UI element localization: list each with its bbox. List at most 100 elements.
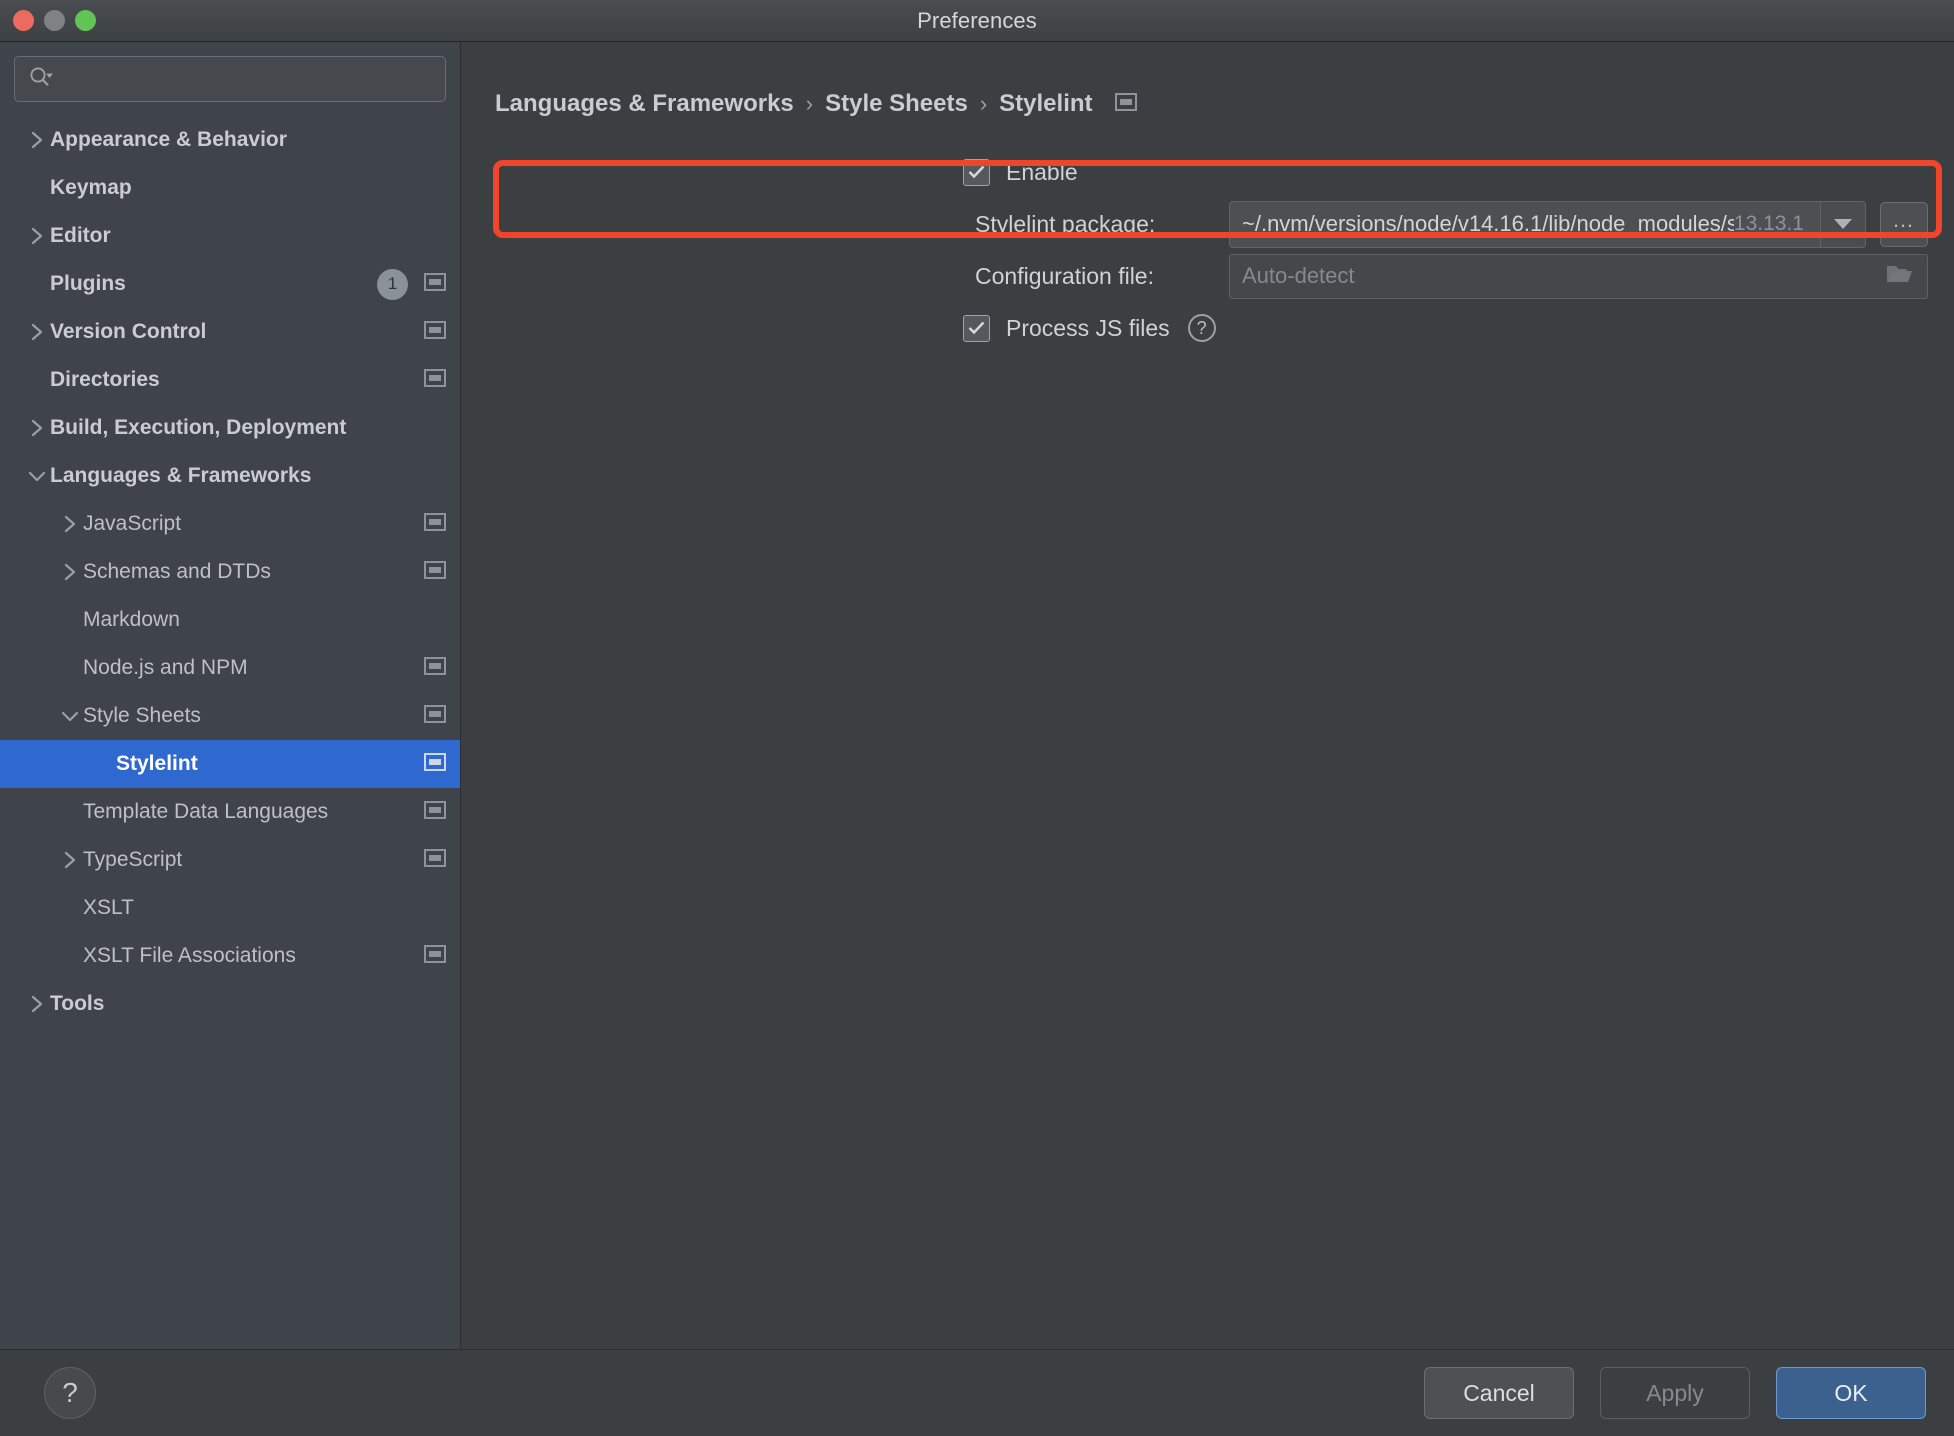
breadcrumb-item-2: Stylelint: [999, 90, 1092, 118]
sidebar-item-directories[interactable]: Directories: [0, 356, 460, 404]
sidebar-item-label: TypeScript: [83, 848, 418, 872]
sidebar-item-keymap[interactable]: Keymap: [0, 164, 460, 212]
sidebar-item-tools[interactable]: Tools: [0, 980, 460, 1028]
search-icon: [27, 65, 55, 94]
enable-label: Enable: [1006, 159, 1078, 186]
sidebar-item-markdown[interactable]: Markdown: [0, 596, 460, 644]
search-input[interactable]: [59, 68, 433, 90]
stylelint-package-version: 13.13.1: [1734, 212, 1820, 236]
sidebar-item-label: Keymap: [50, 176, 446, 200]
pane-icon[interactable]: [424, 801, 446, 824]
apply-button[interactable]: Apply: [1600, 1367, 1750, 1419]
stylelint-settings-form: Enable Stylelint package: ~/.nvm/version…: [461, 118, 1954, 354]
stylelint-package-combo[interactable]: ~/.nvm/versions/node/v14.16.1/lib/node_m…: [1229, 201, 1866, 248]
search-container: [0, 42, 460, 112]
minimize-button[interactable]: [44, 10, 65, 31]
sidebar-item-xslt[interactable]: XSLT: [0, 884, 460, 932]
chevron-down-icon[interactable]: [1820, 202, 1865, 247]
pane-icon[interactable]: [1115, 90, 1137, 118]
sidebar-item-label: XSLT: [83, 896, 446, 920]
sidebar-item-node-js-and-npm[interactable]: Node.js and NPM: [0, 644, 460, 692]
settings-sidebar: Appearance & Behavior Keymap Editor Plugins…: [0, 42, 461, 1349]
enable-row: Enable: [461, 146, 1954, 198]
pane-icon[interactable]: [424, 561, 446, 584]
ok-button[interactable]: OK: [1776, 1367, 1926, 1419]
close-button[interactable]: [13, 10, 34, 31]
window-body: Appearance & Behavior Keymap Editor Plugins…: [0, 42, 1954, 1350]
settings-tree: Appearance & Behavior Keymap Editor Plugins…: [0, 112, 460, 1349]
maximize-button[interactable]: [75, 10, 96, 31]
breadcrumb-item-1[interactable]: Style Sheets: [825, 90, 968, 118]
sidebar-item-style-sheets[interactable]: Style Sheets: [0, 692, 460, 740]
sidebar-item-label: Markdown: [83, 608, 446, 632]
configuration-file-label: Configuration file:: [975, 263, 1154, 290]
stylelint-package-label: Stylelint package:: [975, 211, 1155, 238]
sidebar-item-label: Node.js and NPM: [83, 656, 418, 680]
sidebar-item-xslt-file-associations[interactable]: XSLT File Associations: [0, 932, 460, 980]
title-bar: Preferences: [0, 0, 1954, 42]
pane-icon[interactable]: [424, 753, 446, 776]
sidebar-item-label: Languages & Frameworks: [50, 464, 446, 488]
window-title: Preferences: [0, 8, 1954, 34]
settings-main-panel: Languages & Frameworks › Style Sheets › …: [461, 42, 1954, 1349]
help-icon[interactable]: ?: [1188, 314, 1216, 342]
chevron-down-icon: [24, 469, 50, 483]
configuration-file-row: Configuration file: Auto-detect: [461, 250, 1954, 302]
cancel-button[interactable]: Cancel: [1424, 1367, 1574, 1419]
folder-icon[interactable]: [1885, 262, 1915, 291]
process-js-files-label: Process JS files: [1006, 315, 1170, 342]
sidebar-item-label: Editor: [50, 224, 446, 248]
enable-checkbox[interactable]: [963, 159, 990, 186]
sidebar-item-javascript[interactable]: JavaScript: [0, 500, 460, 548]
search-box[interactable]: [14, 56, 446, 102]
chevron-right-icon: [24, 130, 50, 150]
chevron-right-icon: [57, 562, 83, 582]
chevron-right-icon: [57, 850, 83, 870]
sidebar-item-label: Template Data Languages: [83, 800, 418, 824]
chevron-right-icon: [24, 994, 50, 1014]
sidebar-item-typescript[interactable]: TypeScript: [0, 836, 460, 884]
sidebar-item-template-data-languages[interactable]: Template Data Languages: [0, 788, 460, 836]
pane-icon[interactable]: [424, 369, 446, 392]
sidebar-item-label: Directories: [50, 368, 418, 392]
breadcrumb-separator: ›: [806, 91, 813, 117]
stylelint-package-controls: ~/.nvm/versions/node/v14.16.1/lib/node_m…: [1229, 201, 1928, 248]
sidebar-item-badge: 1: [377, 269, 408, 300]
pane-icon[interactable]: [424, 849, 446, 872]
stylelint-package-value: ~/.nvm/versions/node/v14.16.1/lib/node_m…: [1230, 211, 1734, 237]
breadcrumb-separator: ›: [980, 91, 987, 117]
sidebar-item-stylelint[interactable]: Stylelint: [0, 740, 460, 788]
sidebar-item-schemas-and-dtds[interactable]: Schemas and DTDs: [0, 548, 460, 596]
breadcrumb-item-0[interactable]: Languages & Frameworks: [495, 90, 794, 118]
process-js-files-checkbox[interactable]: [963, 315, 990, 342]
sidebar-item-label: XSLT File Associations: [83, 944, 418, 968]
pane-icon[interactable]: [424, 321, 446, 344]
sidebar-item-build-execution-deployment[interactable]: Build, Execution, Deployment: [0, 404, 460, 452]
configuration-file-input[interactable]: Auto-detect: [1229, 254, 1928, 299]
sidebar-item-label: Version Control: [50, 320, 418, 344]
chevron-right-icon: [24, 226, 50, 246]
sidebar-item-languages-frameworks[interactable]: Languages & Frameworks: [0, 452, 460, 500]
preferences-window: Preferences Appearance & BehaviorKeymapE: [0, 0, 1954, 1436]
sidebar-item-appearance-behavior[interactable]: Appearance & Behavior: [0, 116, 460, 164]
chevron-right-icon: [24, 322, 50, 342]
chevron-down-icon: [57, 709, 83, 723]
stylelint-package-browse-button[interactable]: …: [1880, 202, 1928, 247]
sidebar-item-version-control[interactable]: Version Control: [0, 308, 460, 356]
pane-icon[interactable]: [424, 273, 446, 296]
sidebar-item-label: Stylelint: [116, 752, 418, 776]
sidebar-item-plugins[interactable]: Plugins1: [0, 260, 460, 308]
pane-icon[interactable]: [424, 945, 446, 968]
sidebar-item-editor[interactable]: Editor: [0, 212, 460, 260]
sidebar-item-label: Build, Execution, Deployment: [50, 416, 446, 440]
dialog-footer: ? Cancel Apply OK: [0, 1350, 1954, 1436]
pane-icon[interactable]: [424, 705, 446, 728]
pane-icon[interactable]: [424, 513, 446, 536]
window-controls: [13, 0, 96, 41]
sidebar-item-label: Style Sheets: [83, 704, 418, 728]
configuration-file-placeholder: Auto-detect: [1242, 263, 1885, 289]
help-button[interactable]: ?: [44, 1367, 96, 1419]
process-js-files-row: Process JS files ?: [461, 302, 1954, 354]
sidebar-item-label: Plugins: [50, 272, 377, 296]
pane-icon[interactable]: [424, 657, 446, 680]
